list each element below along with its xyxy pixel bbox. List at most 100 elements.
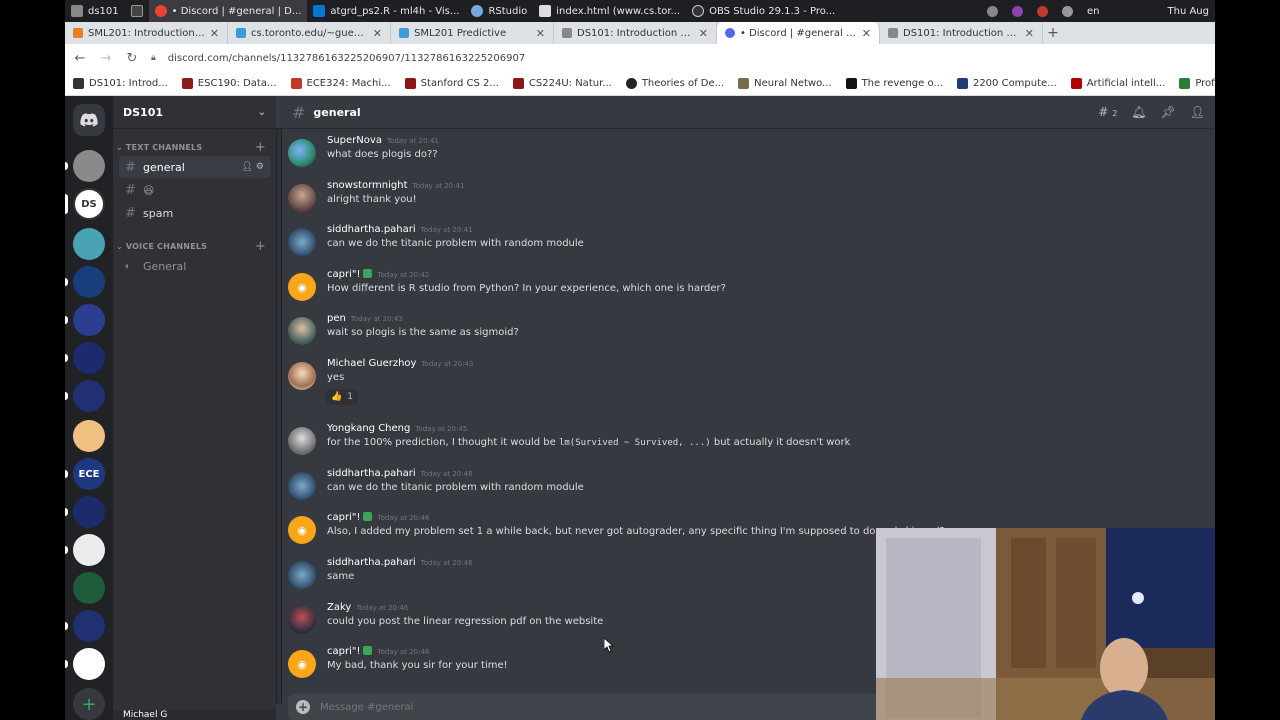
- close-tab-icon[interactable]: ✕: [862, 27, 871, 40]
- server-icon[interactable]: [73, 496, 105, 528]
- message-input[interactable]: [320, 701, 720, 713]
- taskbar-item-editor[interactable]: index.html (www.cs.tor...: [533, 0, 686, 22]
- reload-icon[interactable]: ↻: [125, 51, 139, 66]
- voice-channel-general[interactable]: 🔈︎ General: [119, 255, 270, 277]
- taskbar-item-terminal[interactable]: [125, 0, 149, 22]
- bell-icon[interactable]: 🔔︎: [1131, 105, 1146, 119]
- bookmark[interactable]: Theories of De...: [625, 78, 724, 89]
- avatar[interactable]: ◉: [288, 516, 316, 544]
- category-text-channels[interactable]: ⌄ TEXT CHANNELS +: [113, 139, 276, 155]
- tray-icon[interactable]: [1012, 5, 1023, 17]
- avatar[interactable]: [288, 184, 316, 212]
- tray-icon[interactable]: [1037, 5, 1048, 17]
- channel-spam[interactable]: # spam: [119, 202, 270, 224]
- tray-icon[interactable]: [987, 5, 998, 17]
- language-indicator[interactable]: en: [1087, 6, 1100, 17]
- forward-arrow-icon[interactable]: →: [99, 51, 113, 66]
- author-name[interactable]: SuperNova: [327, 135, 382, 146]
- server-icon[interactable]: [73, 648, 105, 680]
- new-tab-button[interactable]: +: [1043, 22, 1063, 44]
- author-name[interactable]: siddhartha.pahari: [327, 224, 416, 235]
- reaction-thumbs-up[interactable]: 👍 1: [326, 389, 358, 405]
- bookmark[interactable]: DS101: Introd...: [73, 78, 168, 89]
- bookmark[interactable]: ECE324: Machi...: [290, 78, 391, 89]
- browser-tab[interactable]: cs.toronto.edu/~guerzho ✕: [228, 22, 391, 44]
- avatar[interactable]: ◉: [288, 273, 316, 301]
- bookmark[interactable]: Neural Netwo...: [738, 78, 832, 89]
- back-arrow-icon[interactable]: ←: [73, 51, 87, 66]
- user-panel[interactable]: Michael G: [113, 710, 276, 720]
- author-name[interactable]: capri"!: [327, 512, 360, 523]
- author-name[interactable]: Yongkang Cheng: [327, 423, 410, 434]
- bookmark[interactable]: 2200 Compute...: [956, 78, 1057, 89]
- taskbar-item-obs[interactable]: OBS Studio 29.1.3 - Pro...: [686, 0, 841, 22]
- browser-tab[interactable]: SML201 Predictive ✕: [391, 22, 554, 44]
- threads-icon[interactable]: # 2: [1098, 105, 1117, 119]
- server-icon[interactable]: [73, 304, 105, 336]
- server-icon-ece[interactable]: ECE: [73, 458, 105, 490]
- server-icon[interactable]: [73, 534, 105, 566]
- server-icon[interactable]: [73, 266, 105, 298]
- author-name[interactable]: Zaky: [327, 602, 351, 613]
- avatar[interactable]: [288, 362, 316, 390]
- server-icon[interactable]: [73, 150, 105, 182]
- taskbar-item-vscode[interactable]: atgrd_ps2.R - ml4h - Vis...: [307, 0, 465, 22]
- taskbar-item-discord[interactable]: • Discord | #general | D...: [148, 0, 308, 22]
- author-name[interactable]: Michael Guerzhoy: [327, 358, 416, 369]
- add-server-button[interactable]: +: [73, 688, 105, 720]
- avatar[interactable]: [288, 427, 316, 455]
- browser-tab[interactable]: SML201: Introduction to D✕: [65, 22, 228, 44]
- pin-icon[interactable]: 📌︎: [1161, 105, 1176, 119]
- bookmark[interactable]: Stanford CS 2...: [404, 78, 499, 89]
- bookmark[interactable]: Artificial intell...: [1070, 78, 1165, 89]
- attach-plus-icon[interactable]: +: [296, 700, 310, 714]
- url-field[interactable]: discord.com/channels/1132786163225206907…: [168, 53, 525, 64]
- browser-tab-active[interactable]: • Discord | #general | DS1✕: [717, 22, 880, 44]
- channel-general[interactable]: # general 👤︎ ⚙︎: [119, 156, 270, 178]
- server-icon[interactable]: [73, 380, 105, 412]
- bookmark[interactable]: Profile of a Le...: [1179, 78, 1215, 89]
- close-tab-icon[interactable]: ✕: [699, 27, 708, 40]
- server-header[interactable]: DS101 ⌄: [113, 96, 276, 129]
- avatar[interactable]: [288, 139, 316, 167]
- avatar[interactable]: [288, 317, 316, 345]
- browser-tab[interactable]: DS101: Introduction to Da✕: [554, 22, 717, 44]
- add-channel-icon[interactable]: +: [255, 239, 266, 254]
- channel-emoji[interactable]: # 😆: [119, 179, 270, 201]
- bookmark[interactable]: ESC190: Data...: [181, 78, 277, 89]
- server-icon[interactable]: [73, 610, 105, 642]
- author-name[interactable]: siddhartha.pahari: [327, 468, 416, 479]
- taskbar-item-ds101[interactable]: ds101: [65, 0, 125, 22]
- discord-home-button[interactable]: [73, 104, 105, 136]
- invite-and-settings-icons[interactable]: 👤︎ ⚙︎: [242, 162, 264, 172]
- avatar[interactable]: [288, 606, 316, 634]
- browser-tab[interactable]: DS101: Introduction to Da✕: [880, 22, 1043, 44]
- close-tab-icon[interactable]: ✕: [210, 27, 219, 40]
- avatar[interactable]: [288, 228, 316, 256]
- server-icon[interactable]: [73, 342, 105, 374]
- server-icon[interactable]: [73, 572, 105, 604]
- avatar[interactable]: [288, 472, 316, 500]
- author-name[interactable]: snowstormnight: [327, 180, 408, 191]
- avatar[interactable]: ◉: [288, 650, 316, 678]
- avatar[interactable]: [288, 561, 316, 589]
- server-icon[interactable]: [73, 228, 105, 260]
- category-voice-channels[interactable]: ⌄ VOICE CHANNELS +: [113, 238, 276, 254]
- add-channel-icon[interactable]: +: [255, 140, 266, 155]
- author-name[interactable]: siddhartha.pahari: [327, 557, 416, 568]
- members-icon[interactable]: 👤︎: [1190, 105, 1205, 119]
- author-name[interactable]: capri"!: [327, 269, 360, 280]
- close-tab-icon[interactable]: ✕: [536, 27, 545, 40]
- taskbar-item-rstudio[interactable]: RStudio: [465, 0, 533, 22]
- bookmark[interactable]: The revenge o...: [845, 78, 943, 89]
- site-info-icon[interactable]: 🔒︎: [151, 53, 156, 63]
- tray-icon[interactable]: [1062, 5, 1073, 17]
- server-icon-ds101[interactable]: DS: [73, 188, 105, 220]
- clock[interactable]: Thu Aug: [1168, 6, 1210, 17]
- author-name[interactable]: pen: [327, 313, 346, 324]
- author-name[interactable]: capri"!: [327, 646, 360, 657]
- close-tab-icon[interactable]: ✕: [373, 27, 382, 40]
- bookmark[interactable]: CS224U: Natur...: [512, 78, 612, 89]
- server-icon[interactable]: [73, 420, 105, 452]
- close-tab-icon[interactable]: ✕: [1025, 27, 1034, 40]
